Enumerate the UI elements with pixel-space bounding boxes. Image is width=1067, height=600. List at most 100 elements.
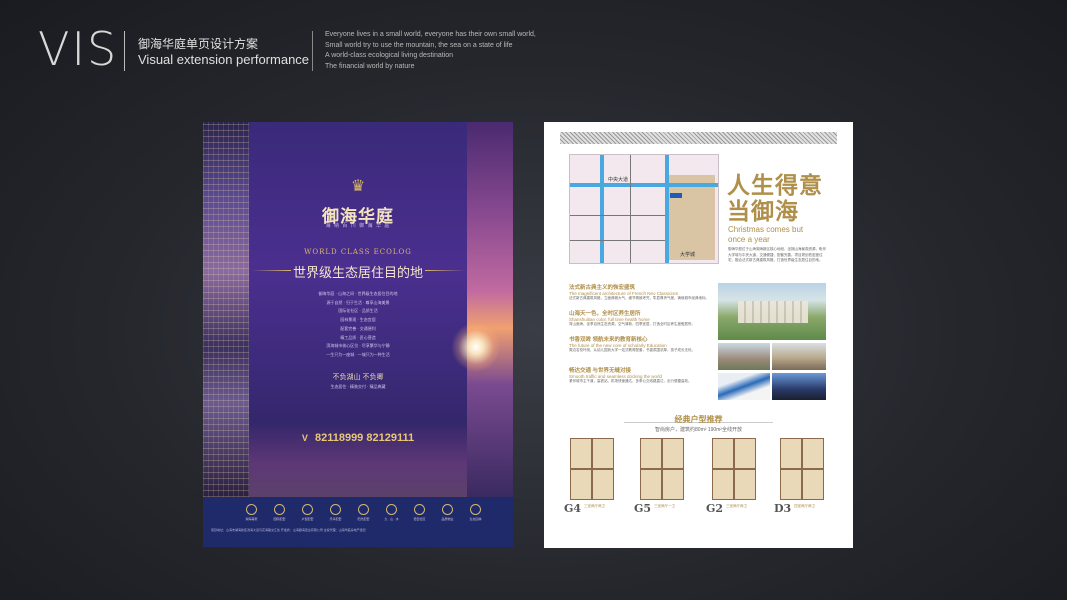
headline-line: 人生得意: [727, 172, 823, 198]
header-tagline: Everyone lives in a small world, everyon…: [325, 30, 555, 72]
floorplan-tag: 三室两厅一卫: [654, 504, 675, 508]
feature-item: 户型配套: [297, 504, 318, 524]
floorplan-drawing: [780, 438, 824, 500]
header-divider: [124, 31, 125, 71]
map-pin-icon: [670, 193, 682, 198]
feature-label: 品质物业: [441, 517, 454, 521]
train-photo: [718, 373, 770, 400]
feature-label: 阳光配套: [357, 517, 370, 521]
flyer-page: 中央大道 大学城 人生得意 当御海 Christmas comes but on…: [544, 122, 853, 548]
feature-item: 国际配套: [269, 504, 290, 524]
feature-icons: 湖海美墅 国际配套 户型配套 乐享配套 阳光配套 九 · 山 · 水 低密社区 …: [241, 504, 486, 524]
floorplan-code: G2: [706, 502, 724, 515]
phone-number-2: 82129111: [366, 432, 415, 444]
floorplan-tag: 三室两厅两卫: [726, 504, 747, 508]
feature-item: 品质物业: [437, 504, 458, 524]
floorplan-title: 经典户型推荐: [674, 415, 723, 424]
poster-mid-text: 不负湖山 不负卿: [332, 374, 384, 381]
building-photo: [718, 343, 770, 370]
section-body: 紧邻城市主干道，高铁站、机场快速通达，多条公交线路直达，出行便捷高效。: [569, 379, 692, 383]
body-line: 园林景观 · 生态宜居: [340, 317, 376, 323]
body-line: 一生只为一座城 · 一城只为一种生活: [326, 351, 390, 357]
map-label: 中央大道: [608, 177, 629, 183]
feature-item: 乐享配套: [325, 504, 346, 524]
poster-page: ♛ 亦优 御海华庭 海 纳 百 川 御 海 华 庭 WORLD CLASS EC…: [203, 122, 513, 547]
header-title-cn: 御海华庭单页设计方案: [138, 37, 259, 51]
tagline-line: Small world try to use the mountain, the…: [325, 41, 513, 49]
poster-slogan: 世界级生态居住目的地: [292, 266, 423, 281]
tagline-line: The financial world by nature: [325, 62, 415, 70]
floorplan-card: D3 四室两厅两卫: [774, 438, 824, 515]
feature-item: 生态园林: [465, 504, 486, 524]
poster-mid-sub: 生态居住 · 精装交付 · 臻品典藏: [330, 384, 386, 389]
aerial-photo: [718, 283, 826, 340]
brand-subtitle: 海 纳 百 川 御 海 华 庭: [325, 223, 391, 229]
hotline: V 82118999 82129111: [203, 432, 513, 444]
feature-label: 湖海美墅: [245, 517, 258, 521]
poster-body: 御海华庭 · 山海之间 · 世界级生态居住目的地 源于自然 · 归于生活 · 尊…: [263, 290, 453, 360]
world-class-heading: WORLD CLASS ECOLOG: [304, 248, 412, 256]
floorplan-card: G4 三室两厅两卫: [564, 438, 614, 515]
feature-icon: [358, 504, 369, 515]
floorplan-code: D3: [774, 502, 792, 515]
graduation-photo: [772, 373, 826, 400]
feature-icon: [330, 504, 341, 515]
floorplan-card: G5 三室两厅一卫: [634, 438, 684, 515]
map-street: [570, 240, 665, 241]
floorplan-code: G5: [634, 502, 652, 515]
feature-section: 法式新古典主义的恢宏盛筑 The magnificent architectur…: [569, 283, 714, 301]
map-road: [600, 155, 604, 263]
feature-item: 湖海美墅: [241, 504, 262, 524]
body-line: 滨海城市核心区位 · 尽享繁华与宁静: [326, 343, 390, 349]
feature-icon: [470, 504, 481, 515]
map-road: [570, 183, 718, 187]
floorplan-code: G4: [564, 502, 582, 515]
feature-label: 国际配套: [273, 517, 286, 521]
feature-item: 低密社区: [409, 504, 430, 524]
feature-section: 山海天一色，全时区养生居所 Shanshuitian color, full t…: [569, 309, 714, 327]
feature-icon: [246, 504, 257, 515]
villa-photo: [772, 343, 826, 370]
flyer-intro: 御海华庭位于山海湖海新区核心地段，坐拥山海景观资源，毗邻大学城与中央大道，交通便…: [728, 247, 826, 262]
tagline-line: Everyone lives in a small world, everyon…: [325, 31, 536, 38]
crest-icon: ♛: [350, 178, 366, 195]
body-line: 国际化社区 · 品质生活: [338, 308, 378, 314]
feature-section: 书香双眸 领航未来的教育新核心 The future of the new co…: [569, 335, 714, 353]
feature-item: 九 · 山 · 水: [381, 504, 402, 524]
feature-label: 低密社区: [413, 517, 426, 521]
feature-icon: [302, 504, 313, 515]
floorplan-drawing: [570, 438, 614, 500]
project-site-area: [665, 175, 715, 260]
section-heading: 山海天一色，全时区养生居所: [569, 311, 641, 317]
floorplan-card: G2 三室两厅两卫: [706, 438, 756, 515]
header-title-en: Visual extension performance: [138, 52, 310, 67]
feature-label: 乐享配套: [329, 517, 342, 521]
body-line: 源于自然 · 归于生活 · 尊享山海美景: [326, 299, 390, 305]
feature-label: 户型配套: [301, 517, 314, 521]
section-body: 法式新古典建筑风格，立面典雅大气，细节精致考究，彰显尊贵气度，铸就城市经典地标。: [569, 296, 709, 300]
feature-label: 生态园林: [469, 517, 482, 521]
footer-address: 项目地址：山海市湖海新区滨海大道与花海路交汇处 开发商：山海御海置业有限公司 全…: [211, 528, 366, 532]
phone-number-1: 82118999: [314, 432, 364, 444]
phone-icon: V: [301, 433, 308, 443]
feature-icon: [442, 504, 453, 515]
feature-section: 畅达交通 与世界无缝对接 Smooth traffic and seamless…: [569, 366, 714, 384]
section-body: 周边名校环绕，从幼儿园到大学一站式教育配套，书香氛围浓厚，孩子成长无忧。: [569, 348, 695, 352]
feature-icon: [386, 504, 397, 515]
flyer-headline-en: Christmas comes but once a year: [728, 225, 803, 245]
floorplan-drawing: [712, 438, 756, 500]
body-line: 配套完善 · 交通便利: [340, 325, 376, 331]
section-heading: 书香双眸 领航未来的教育新核心: [569, 337, 648, 343]
headline-line: 当御海: [727, 198, 799, 224]
map-road: [665, 155, 669, 263]
floorplan-tag: 四室两厅两卫: [794, 504, 815, 508]
section-heading: 法式新古典主义的恢宏盛筑: [569, 285, 636, 291]
map-label: 大学城: [680, 252, 696, 258]
feature-icon: [274, 504, 285, 515]
feature-item: 阳光配套: [353, 504, 374, 524]
flyer-headline: 人生得意 当御海: [727, 172, 823, 224]
floorplan-tag: 三室两厅两卫: [584, 504, 605, 508]
feature-label: 九 · 山 · 水: [384, 517, 399, 521]
map-street: [630, 155, 631, 263]
floorplan-drawing: [640, 438, 684, 500]
